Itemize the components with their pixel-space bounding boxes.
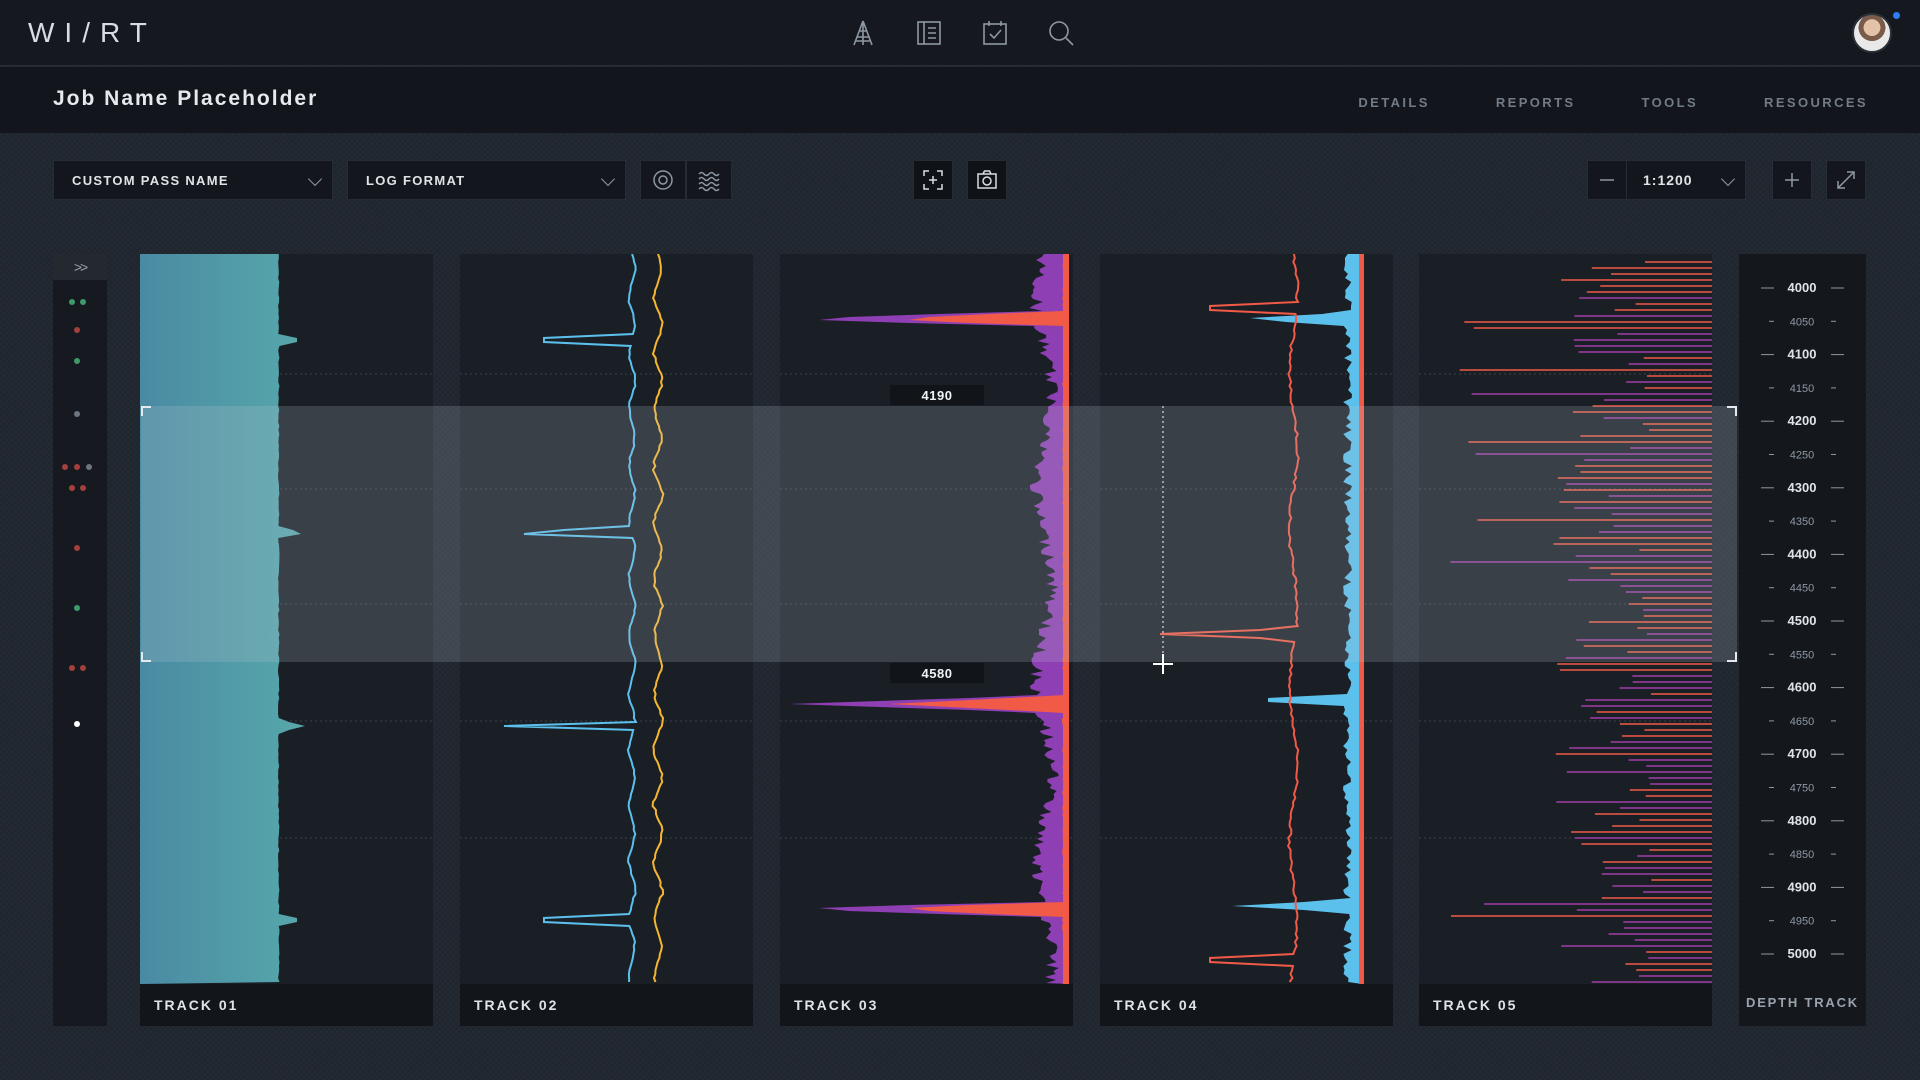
- rig-icon[interactable]: [846, 16, 880, 50]
- depth-tick-label: 4750: [1790, 783, 1814, 795]
- selection-top-depth[interactable]: 4190: [890, 385, 984, 405]
- status-strip: >>: [53, 254, 107, 1026]
- status-dot: [69, 485, 75, 491]
- status-dot: [74, 411, 80, 417]
- tab-details[interactable]: DETAILS: [1358, 95, 1429, 110]
- depth-tick-label: 4050: [1790, 316, 1814, 328]
- pass-name-dropdown[interactable]: CUSTOM PASS NAME: [53, 160, 333, 200]
- focus-button[interactable]: [913, 160, 953, 200]
- tab-reports[interactable]: REPORTS: [1496, 95, 1576, 110]
- track-05-label: TRACK 05: [1419, 984, 1712, 1026]
- track-02-label: TRACK 02: [460, 984, 753, 1026]
- screenshot-button[interactable]: [967, 160, 1007, 200]
- status-dot-active: [74, 721, 80, 727]
- selection-corner-handle[interactable]: [1727, 652, 1737, 662]
- minus-icon: [1600, 179, 1614, 181]
- depth-tick-label: 4350: [1790, 516, 1814, 528]
- track-03-label: TRACK 03: [780, 984, 1073, 1026]
- selection-corner-handle[interactable]: [141, 406, 151, 416]
- tab-resources[interactable]: RESOURCES: [1764, 95, 1868, 110]
- zoom-in-button[interactable]: [1772, 160, 1812, 200]
- plus-icon: [1785, 173, 1799, 187]
- depth-tick-label: 4850: [1790, 849, 1814, 861]
- depth-track-label: DEPTH TRACK: [1746, 995, 1859, 1010]
- status-dot: [74, 327, 80, 333]
- tab-tools[interactable]: TOOLS: [1642, 95, 1699, 110]
- zoom-out-button[interactable]: [1587, 160, 1627, 200]
- log-format-value: LOG FORMAT: [366, 172, 466, 188]
- depth-scale: 4000 4050 4100 4150 4200 4250 4300 4350 4400 4450…: [1761, 280, 1844, 961]
- depth-tick-label: 4200: [1788, 413, 1817, 428]
- depth-tick-label: 4000: [1788, 280, 1817, 295]
- selection-bottom-depth[interactable]: 4580: [890, 663, 984, 683]
- pass-name-value: CUSTOM PASS NAME: [72, 172, 229, 188]
- depth-tick-label: 4550: [1790, 649, 1814, 661]
- job-title: Job Name Placeholder: [53, 87, 319, 110]
- chevron-down-icon: [1720, 171, 1736, 187]
- status-dot: [80, 299, 86, 305]
- expand-icon: [1837, 171, 1855, 189]
- target-button[interactable]: [640, 160, 686, 200]
- depth-tick-label: 4500: [1788, 613, 1817, 628]
- depth-tick-label: 4950: [1790, 916, 1814, 928]
- depth-tick-label: 4300: [1788, 480, 1817, 495]
- chevron-down-icon: [307, 171, 323, 187]
- depth-tick-label: 4700: [1788, 746, 1817, 761]
- top-nav-bar: WI/RT: [0, 0, 1920, 66]
- depth-tick-label: 4100: [1788, 347, 1817, 362]
- target-icon: [653, 170, 673, 190]
- user-avatar[interactable]: [1852, 13, 1892, 53]
- camera-icon: [977, 170, 997, 189]
- status-dot: [80, 485, 86, 491]
- status-dot: [86, 464, 92, 470]
- depth-tick-label: 4900: [1788, 879, 1817, 894]
- status-dot: [80, 665, 86, 671]
- search-icon[interactable]: [1044, 16, 1078, 50]
- depth-tick-label: 4800: [1788, 813, 1817, 828]
- wave-button[interactable]: [686, 160, 732, 200]
- status-dot: [62, 464, 68, 470]
- depth-track[interactable]: 4000 4050 4100 4150 4200 4250 4300 4350 4400 4450…: [1739, 254, 1866, 1026]
- crosshair-cursor: [1153, 406, 1173, 674]
- notification-dot: [1893, 12, 1900, 19]
- selection-corner-handle[interactable]: [1727, 406, 1737, 416]
- chevron-down-icon: [600, 171, 616, 187]
- depth-selection-range[interactable]: [141, 406, 1737, 662]
- wave-icon: [698, 171, 720, 192]
- clipboard-check-icon[interactable]: [978, 16, 1012, 50]
- track-01-label: TRACK 01: [140, 984, 433, 1026]
- status-dot: [69, 665, 75, 671]
- document-icon[interactable]: [912, 16, 946, 50]
- main-nav: [846, 16, 1078, 50]
- depth-tick-label: 4450: [1790, 583, 1814, 595]
- status-dot: [74, 545, 80, 551]
- focus-frame-icon: [923, 170, 943, 190]
- selection-corner-handle[interactable]: [141, 652, 151, 662]
- job-header: Job Name Placeholder DETAILS REPORTS TOO…: [0, 67, 1920, 133]
- depth-tick-label: 4250: [1790, 450, 1814, 462]
- depth-tick-label: 4600: [1788, 680, 1817, 695]
- status-dot: [74, 358, 80, 364]
- expand-button[interactable]: [1826, 160, 1866, 200]
- scale-dropdown[interactable]: 1:1200: [1626, 160, 1746, 200]
- depth-tick-label: 4650: [1790, 716, 1814, 728]
- status-dot: [74, 464, 80, 470]
- scale-value: 1:1200: [1643, 172, 1693, 188]
- depth-tick-label: 5000: [1788, 946, 1817, 961]
- log-format-dropdown[interactable]: LOG FORMAT: [347, 160, 626, 200]
- double-chevron-right-icon[interactable]: >>: [53, 254, 107, 280]
- track-04-label: TRACK 04: [1100, 984, 1393, 1026]
- status-dot: [74, 605, 80, 611]
- app-logo[interactable]: WI/RT: [28, 17, 157, 49]
- job-tabs: DETAILS REPORTS TOOLS RESOURCES: [1358, 95, 1868, 110]
- depth-tick-label: 4150: [1790, 383, 1814, 395]
- depth-tick-label: 4400: [1788, 546, 1817, 561]
- status-dot: [69, 299, 75, 305]
